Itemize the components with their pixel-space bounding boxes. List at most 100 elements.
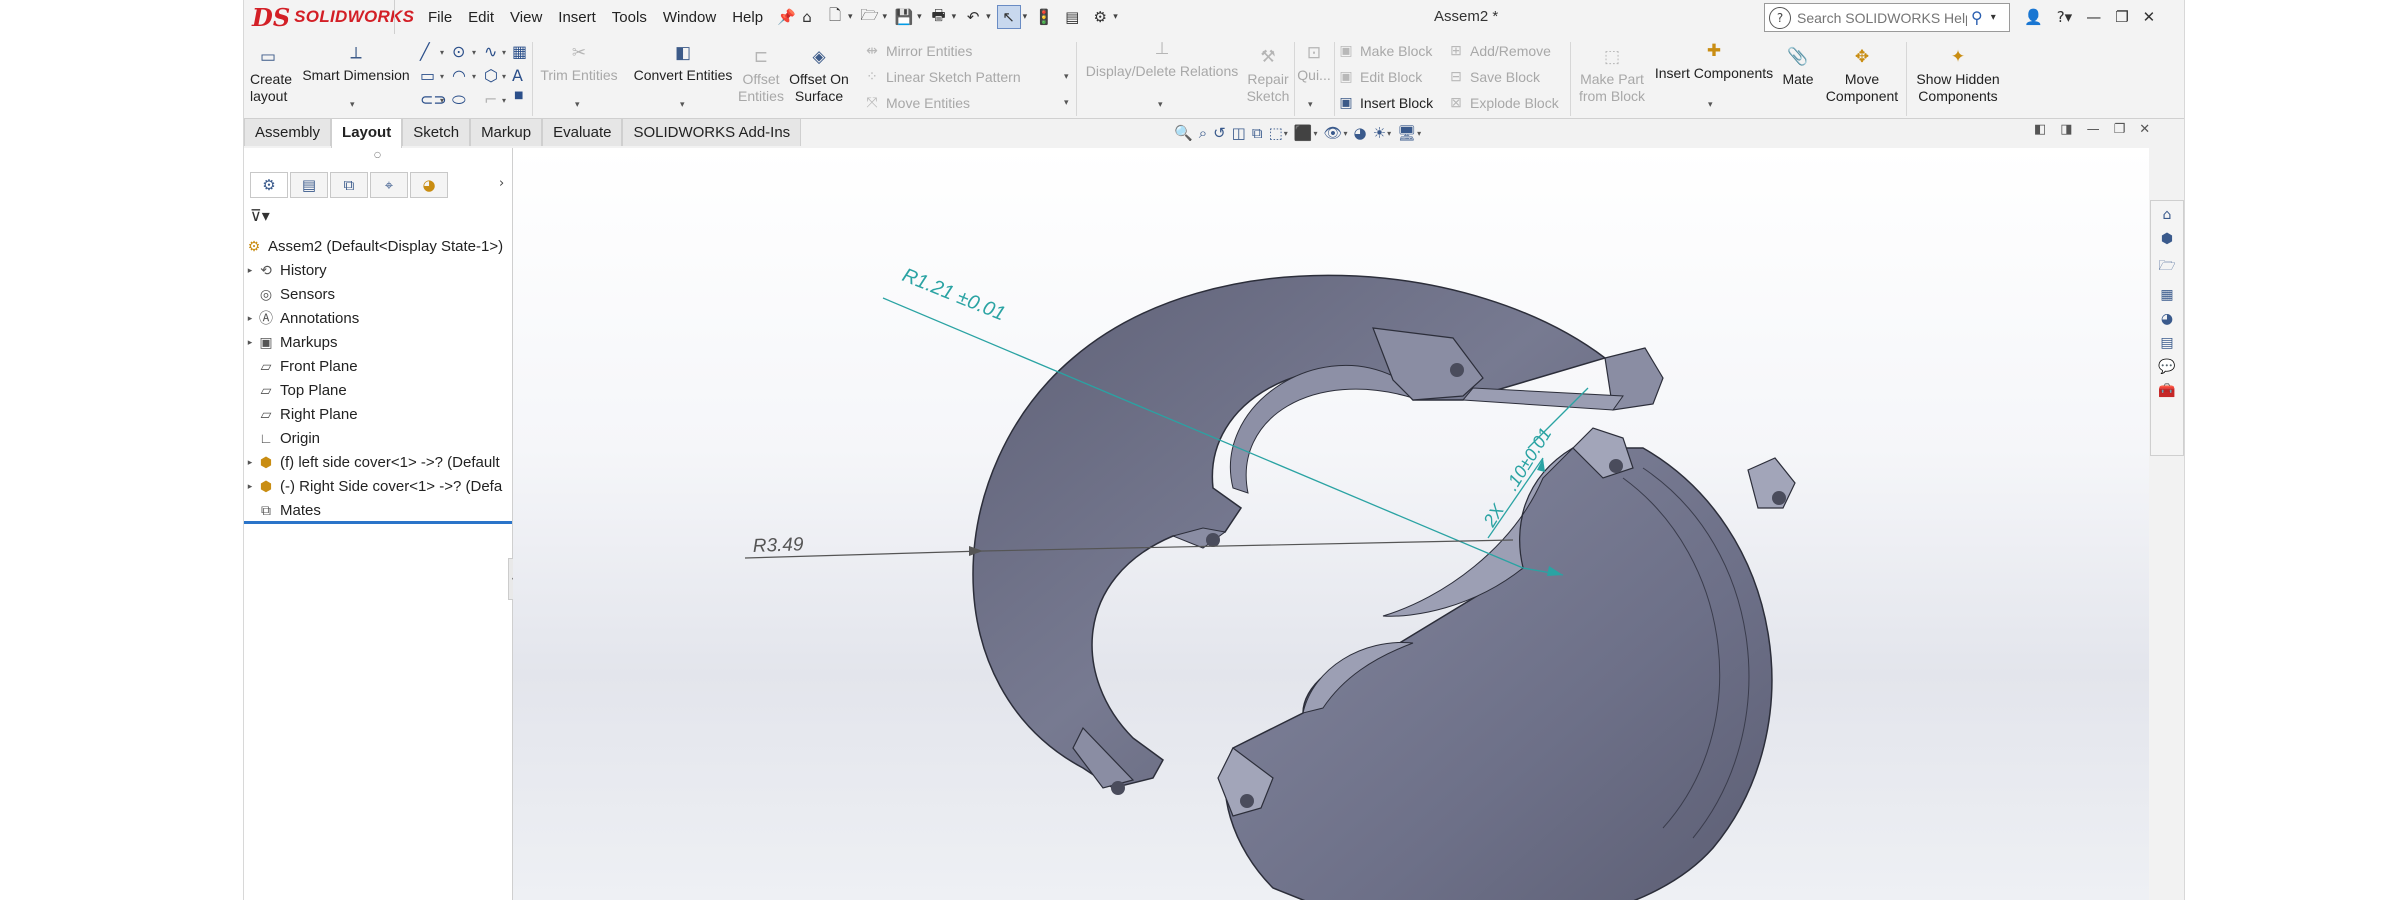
search-icon[interactable]: ⚲ (1971, 8, 1983, 27)
dynamic-annotation-icon[interactable]: ⧉ (1252, 124, 1263, 142)
expand-arrow-icon[interactable]: ▸ (244, 337, 256, 348)
solidworks-logo[interactable]: DS SOLIDWORKS (252, 3, 414, 32)
configuration-manager-icon[interactable]: ⧉ (330, 172, 368, 198)
zoom-to-fit-icon[interactable]: 🔍 (1174, 124, 1193, 142)
chevron-down-icon[interactable]: ▾ (1158, 100, 1163, 110)
chevron-down-icon[interactable]: ▾ (917, 12, 922, 22)
tree-item-left-side-cover[interactable]: ▸ ⬢ (f) left side cover<1> ->? (Default (244, 450, 512, 474)
save-block-button[interactable]: ⊟ Save Block (1448, 68, 1540, 85)
tree-item-sensors[interactable]: ◎ Sensors (244, 282, 512, 306)
view-palette-icon[interactable]: ▦ (2160, 287, 2173, 303)
quick-snaps-button[interactable]: ⊡ Qui... (1296, 44, 1332, 84)
design-library-icon[interactable]: ⬢ (2161, 231, 2173, 247)
graphics-area[interactable]: R1.21 ±0.01 2X .10±0.01 R3.49 (513, 148, 2149, 900)
close-icon[interactable]: ✕ (2143, 8, 2156, 26)
display-style-icon[interactable]: ⬛ (1294, 124, 1313, 142)
chevron-down-icon[interactable]: ▾ (1344, 129, 1348, 138)
insert-components-button[interactable]: ✚ Insert Components (1652, 42, 1776, 82)
make-block-button[interactable]: ▣ Make Block (1338, 42, 1432, 59)
tree-item-markups[interactable]: ▸ ▣ Markups (244, 330, 512, 354)
tile-right-icon[interactable]: ◨ (2060, 122, 2072, 137)
chevron-down-icon[interactable]: ▾ (502, 72, 506, 81)
menu-insert[interactable]: Insert (550, 9, 604, 26)
menu-window[interactable]: Window (655, 9, 724, 26)
tab-assembly[interactable]: Assembly (244, 118, 332, 146)
tree-item-right-side-cover[interactable]: ▸ ⬢ (-) Right Side cover<1> ->? (Defa (244, 474, 512, 498)
explode-block-button[interactable]: ⊠ Explode Block (1448, 94, 1559, 111)
chevron-down-icon[interactable]: ▾ (1023, 12, 1028, 22)
dimension-2x-label[interactable]: 2X (1479, 500, 1509, 531)
solidworks-resources-icon[interactable]: ⌂ (2163, 207, 2172, 223)
create-layout-button[interactable]: ▭ Create layout (250, 48, 292, 105)
menu-view[interactable]: View (502, 9, 550, 26)
chevron-down-icon[interactable]: ▾ (575, 100, 580, 110)
custom-properties-icon[interactable]: ▤ (2160, 335, 2173, 351)
view-orientation-icon[interactable]: ⬚ (1269, 124, 1283, 142)
chevron-down-icon[interactable]: ▾ (1991, 12, 1996, 23)
minimize-icon[interactable]: — (2087, 122, 2100, 137)
rectangle-icon[interactable]: ▭ (420, 66, 435, 85)
grid-icon[interactable]: ▦ (512, 42, 527, 61)
menu-tools[interactable]: Tools (604, 9, 655, 26)
feature-manager-tree-icon[interactable]: ⚙ (250, 172, 288, 198)
dimension-r3-49-text[interactable]: R3.49 (752, 534, 804, 557)
mate-button[interactable]: 📎 Mate (1778, 48, 1818, 88)
expand-arrow-icon[interactable]: ▸ (244, 481, 256, 492)
menu-edit[interactable]: Edit (460, 9, 502, 26)
open-folder-icon[interactable]: 🗁 (859, 6, 881, 28)
tab-markup[interactable]: Markup (470, 118, 543, 146)
chevron-down-icon[interactable]: ▾ (1064, 98, 1069, 108)
chevron-down-icon[interactable]: ▾ (502, 96, 506, 105)
make-part-from-block-button[interactable]: ⬚ Make Part from Block (1574, 48, 1650, 105)
chevron-down-icon[interactable]: ▾ (1308, 100, 1313, 110)
smart-dimension-button[interactable]: ⟂ Smart Dimension (302, 44, 410, 84)
new-document-icon[interactable]: 🗋 (824, 6, 846, 28)
zoom-to-area-icon[interactable]: ⌕ (1199, 124, 1207, 142)
rebuild-icon[interactable]: 🚦 (1033, 6, 1055, 28)
dimension-r1-21-text[interactable]: R1.21 ±0.01 (899, 264, 1008, 325)
toolbox-icon[interactable]: 🧰 (2158, 383, 2175, 399)
tab-sketch[interactable]: Sketch (402, 118, 471, 146)
tile-left-icon[interactable]: ◧ (2034, 122, 2046, 137)
convert-entities-button[interactable]: ◧ Convert Entities (628, 44, 738, 84)
display-manager-icon[interactable]: ◕ (410, 172, 448, 198)
chevron-down-icon[interactable]: ▾ (502, 48, 506, 57)
tree-item-right-plane[interactable]: ▱ Right Plane (244, 402, 512, 426)
fillet-icon[interactable]: ⌐ (484, 90, 497, 109)
arc-icon[interactable]: ◠ (452, 66, 466, 85)
chevron-down-icon[interactable]: ▾ (986, 12, 991, 22)
view-settings-icon[interactable]: 🖥 (1397, 124, 1416, 142)
chevron-down-icon[interactable]: ▾ (1708, 100, 1713, 110)
expand-arrow-icon[interactable]: ▸ (244, 265, 256, 276)
select-pointer-icon[interactable]: ↖ (996, 5, 1021, 29)
line-icon[interactable]: ╱ (420, 42, 430, 61)
polygon-icon[interactable]: ⬡ (484, 66, 498, 85)
menu-help[interactable]: Help (724, 9, 771, 26)
tab-layout[interactable]: Layout (331, 118, 403, 148)
chevron-down-icon[interactable]: ▾ (1113, 12, 1118, 22)
home-icon[interactable]: ⌂ (796, 6, 818, 28)
menu-file[interactable]: File (420, 9, 460, 26)
chevron-down-icon[interactable]: ▾ (680, 100, 685, 110)
move-entities-button[interactable]: ⤧ Move Entities (864, 94, 970, 111)
chevron-down-icon[interactable]: ▾ (472, 48, 476, 57)
filter-icon[interactable]: ⊽▾ (250, 206, 270, 225)
chevron-down-icon[interactable]: ▾ (440, 48, 444, 57)
previous-view-icon[interactable]: ↺ (1213, 124, 1226, 142)
file-properties-icon[interactable]: ▤ (1061, 6, 1083, 28)
chevron-down-icon[interactable]: ▾ (952, 12, 957, 22)
restore-icon[interactable]: ❐ (2114, 122, 2126, 137)
tree-item-origin[interactable]: ∟ Origin (244, 426, 512, 450)
offset-on-surface-button[interactable]: ◈ Offset On Surface (786, 48, 852, 105)
chevron-down-icon[interactable]: ▾ (350, 100, 355, 110)
tree-item-front-plane[interactable]: ▱ Front Plane (244, 354, 512, 378)
section-view-icon[interactable]: ◫ (1232, 124, 1246, 142)
restore-icon[interactable]: ❐ (2115, 8, 2128, 26)
property-manager-icon[interactable]: ▤ (290, 172, 328, 198)
search-input[interactable] (1795, 8, 1969, 27)
panel-grip-icon[interactable]: ○ (374, 150, 381, 159)
tab-evaluate[interactable]: Evaluate (542, 118, 623, 146)
minimize-icon[interactable]: — (2086, 8, 2101, 26)
chevron-down-icon[interactable]: ▾ (1064, 72, 1069, 82)
pin-menu-icon[interactable]: 📌 (777, 8, 796, 26)
